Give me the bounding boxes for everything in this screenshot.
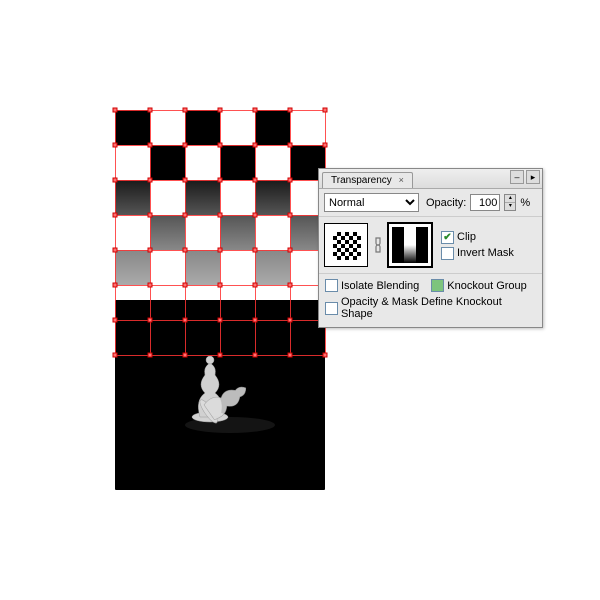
selection-anchor[interactable] [148, 353, 153, 358]
selection-anchor[interactable] [183, 353, 188, 358]
blend-opacity-row: Normal Opacity: ▴▾ % [319, 189, 542, 217]
checkbox-icon [325, 302, 338, 315]
link-icon[interactable] [373, 236, 383, 254]
selection-anchor[interactable] [218, 178, 223, 183]
selection-anchor[interactable] [218, 353, 223, 358]
percent-label: % [520, 197, 530, 209]
selection-anchor[interactable] [288, 248, 293, 253]
checkbox-icon [431, 279, 444, 292]
thumbnails-row: ✔ Clip Invert Mask [319, 217, 542, 274]
selection-anchor[interactable] [288, 213, 293, 218]
opacity-mask-label: Opacity & Mask Define Knockout Shape [341, 296, 536, 320]
selection-anchor[interactable] [183, 108, 188, 113]
selection-anchor[interactable] [218, 213, 223, 218]
isolate-label: Isolate Blending [341, 280, 419, 292]
isolate-blending-checkbox[interactable]: Isolate Blending [325, 279, 419, 292]
selection-anchor[interactable] [288, 283, 293, 288]
selection-anchor[interactable] [148, 213, 153, 218]
selection-anchor[interactable] [183, 248, 188, 253]
checkbox-icon [325, 279, 338, 292]
opacity-input[interactable] [470, 194, 500, 211]
selection-anchor[interactable] [253, 248, 258, 253]
selection-grid[interactable]: dummy [115, 110, 325, 355]
invert-label: Invert Mask [457, 247, 514, 259]
blend-mode-select[interactable]: Normal [324, 193, 419, 212]
selection-anchor[interactable] [183, 283, 188, 288]
clip-label: Clip [457, 231, 476, 243]
selection-anchor[interactable] [148, 108, 153, 113]
mask-thumbnail[interactable] [388, 223, 432, 267]
selection-anchor[interactable] [288, 353, 293, 358]
selection-anchor[interactable] [253, 178, 258, 183]
selection-anchor[interactable] [183, 318, 188, 323]
close-icon[interactable]: × [399, 175, 404, 185]
selection-anchor[interactable] [113, 353, 118, 358]
selection-anchor[interactable] [323, 353, 328, 358]
tab-label: Transparency [331, 175, 392, 186]
invert-mask-checkbox[interactable]: Invert Mask [441, 247, 514, 260]
mask-preview [392, 227, 428, 263]
selection-anchor[interactable] [288, 178, 293, 183]
selection-anchor[interactable] [218, 248, 223, 253]
selection-anchor[interactable] [218, 318, 223, 323]
selection-anchor[interactable] [113, 248, 118, 253]
knockout-group-checkbox[interactable]: Knockout Group [431, 279, 527, 292]
selection-anchor[interactable] [288, 108, 293, 113]
panel-minimize-button[interactable]: – [510, 170, 524, 184]
canvas-area: dummy [115, 110, 335, 490]
opacity-stepper[interactable]: ▴▾ [504, 194, 516, 211]
selection-anchor[interactable] [288, 143, 293, 148]
opacity-label: Opacity: [426, 197, 466, 209]
selection-anchor[interactable] [113, 178, 118, 183]
selection-anchor[interactable] [113, 143, 118, 148]
checker-icon [333, 232, 361, 260]
selection-anchor[interactable] [253, 108, 258, 113]
artwork-thumbnail[interactable] [324, 223, 368, 267]
selection-anchor[interactable] [218, 108, 223, 113]
transparency-panel: Transparency × – ▸ Normal Opacity: ▴▾ % … [318, 168, 543, 328]
checkbox-icon: ✔ [441, 231, 454, 244]
chevron-up-icon[interactable]: ▴ [505, 195, 515, 203]
selection-anchor[interactable] [288, 318, 293, 323]
selection-anchor[interactable] [253, 353, 258, 358]
knockout-label: Knockout Group [447, 280, 527, 292]
selection-anchor[interactable] [183, 178, 188, 183]
selection-anchor[interactable] [253, 213, 258, 218]
selection-anchor[interactable] [113, 318, 118, 323]
selection-anchor[interactable] [183, 143, 188, 148]
selection-anchor[interactable] [218, 143, 223, 148]
selection-anchor[interactable] [218, 283, 223, 288]
tab-transparency[interactable]: Transparency × [322, 172, 413, 188]
checkbox-icon [441, 247, 454, 260]
selection-anchor[interactable] [113, 213, 118, 218]
selection-anchor[interactable] [148, 283, 153, 288]
selection-anchor[interactable] [113, 108, 118, 113]
lower-options: Isolate Blending Knockout Group Opacity … [319, 274, 542, 327]
selection-anchor[interactable] [323, 108, 328, 113]
selection-anchor[interactable] [148, 248, 153, 253]
panel-tab-bar: Transparency × – ▸ [319, 169, 542, 189]
selection-anchor[interactable] [253, 283, 258, 288]
opacity-mask-knockout-checkbox[interactable]: Opacity & Mask Define Knockout Shape [325, 296, 536, 320]
selection-anchor[interactable] [113, 283, 118, 288]
panel-menu-button[interactable]: ▸ [526, 170, 540, 184]
clip-checkbox[interactable]: ✔ Clip [441, 231, 514, 244]
selection-anchor[interactable] [183, 213, 188, 218]
chevron-down-icon[interactable]: ▾ [505, 203, 515, 210]
selection-anchor[interactable] [253, 318, 258, 323]
selection-anchor[interactable] [148, 143, 153, 148]
selection-anchor[interactable] [253, 143, 258, 148]
selection-anchor[interactable] [148, 178, 153, 183]
selection-anchor[interactable] [148, 318, 153, 323]
selection-anchor[interactable] [323, 143, 328, 148]
